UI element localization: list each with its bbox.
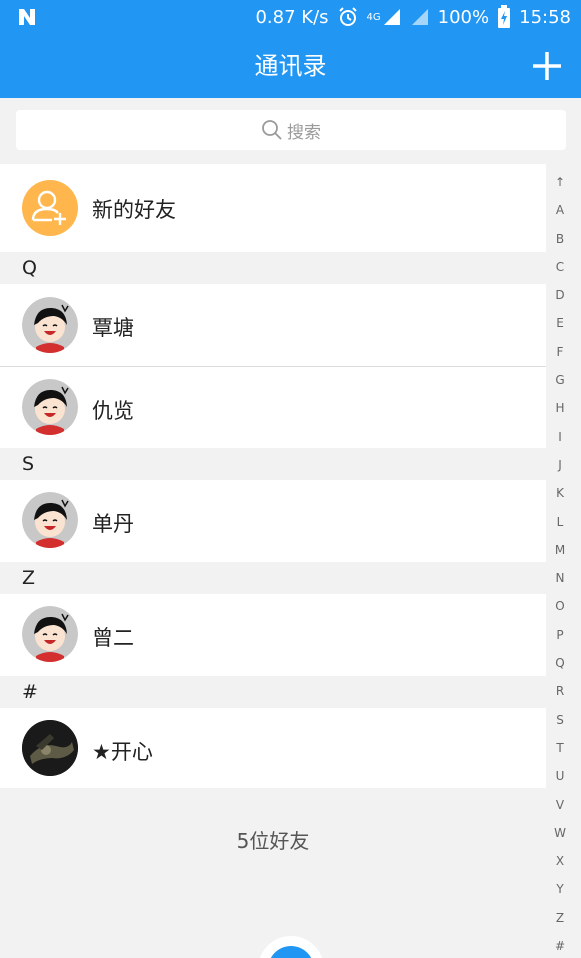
index-letter[interactable]: Z <box>549 904 571 932</box>
contact-row[interactable]: 覃塘 <box>0 284 546 366</box>
index-letter[interactable]: Y <box>549 875 571 903</box>
add-user-icon <box>22 180 78 236</box>
index-letter[interactable]: E <box>549 309 571 337</box>
contact-name: 单丹 <box>92 512 134 536</box>
section-header-s: S <box>0 448 546 480</box>
contact-row[interactable]: 仇览 <box>0 367 546 448</box>
search-icon <box>262 120 282 140</box>
network-type: 4G <box>366 11 381 23</box>
signal-icon <box>410 7 430 27</box>
contact-row[interactable]: ★开心 <box>0 708 546 788</box>
status-bar: 0.87 K/s 4G 100% 15:58 <box>0 0 581 34</box>
alphabet-index[interactable]: ↑ A B C D E F G H I J K L M N O P Q R S T U V W X Y Z # <box>549 168 571 958</box>
notification-n-icon <box>19 9 35 25</box>
network-speed: 0.87 K/s <box>255 6 329 28</box>
add-contact-button[interactable] <box>531 50 563 82</box>
app-bar: 通讯录 <box>0 34 581 98</box>
contact-row[interactable]: 单丹 <box>0 480 546 562</box>
index-letter[interactable]: J <box>549 451 571 479</box>
contact-row[interactable]: 曾二 <box>0 594 546 676</box>
contact-name: 仇览 <box>92 399 134 423</box>
index-letter[interactable]: N <box>549 564 571 592</box>
index-letter[interactable]: C <box>549 253 571 281</box>
index-letter[interactable]: H <box>549 394 571 422</box>
friend-count: 5位好友 <box>236 829 310 853</box>
section-header-hash: # <box>0 676 546 708</box>
contact-name: ★开心 <box>92 740 153 764</box>
contact-name: 覃塘 <box>92 316 134 340</box>
new-friends-label: 新的好友 <box>92 198 176 222</box>
avatar <box>22 379 78 435</box>
alarm-icon <box>337 6 359 28</box>
signal-4g-icon: 4G <box>367 7 402 27</box>
battery-percent: 100% <box>437 6 490 28</box>
index-letter[interactable]: U <box>549 762 571 790</box>
index-letter[interactable]: P <box>549 621 571 649</box>
index-letter[interactable]: K <box>549 479 571 507</box>
index-letter[interactable]: A <box>549 196 571 224</box>
index-letter[interactable]: M <box>549 536 571 564</box>
clock: 15:58 <box>519 6 571 28</box>
avatar <box>22 297 78 353</box>
index-letter[interactable]: T <box>549 734 571 762</box>
index-letter[interactable]: L <box>549 508 571 536</box>
index-letter[interactable]: D <box>549 281 571 309</box>
battery-charging-icon <box>497 5 511 29</box>
search-area: 搜索 <box>0 98 581 164</box>
section-header-q: Q <box>0 252 546 284</box>
page-title: 通讯录 <box>254 52 327 80</box>
index-letter[interactable]: # <box>549 932 571 958</box>
index-letter[interactable]: F <box>549 338 571 366</box>
index-letter[interactable]: I <box>549 423 571 451</box>
index-letter[interactable]: V <box>549 791 571 819</box>
index-letter[interactable]: ↑ <box>549 168 571 196</box>
index-letter[interactable]: R <box>549 677 571 705</box>
index-letter[interactable]: Q <box>549 649 571 677</box>
contact-name: 曾二 <box>92 626 134 650</box>
search-placeholder: 搜索 <box>287 122 321 143</box>
floating-action-button[interactable] <box>258 936 324 958</box>
section-header-z: Z <box>0 562 546 594</box>
index-letter[interactable]: B <box>549 225 571 253</box>
new-friends-row[interactable]: 新的好友 <box>0 164 546 252</box>
fab-inner <box>268 946 314 958</box>
avatar <box>22 606 78 662</box>
index-letter[interactable]: X <box>549 847 571 875</box>
index-letter[interactable]: G <box>549 366 571 394</box>
index-letter[interactable]: S <box>549 706 571 734</box>
search-input[interactable]: 搜索 <box>16 110 566 150</box>
index-letter[interactable]: W <box>549 819 571 847</box>
avatar <box>22 720 78 776</box>
avatar <box>22 492 78 548</box>
index-letter[interactable]: O <box>549 592 571 620</box>
